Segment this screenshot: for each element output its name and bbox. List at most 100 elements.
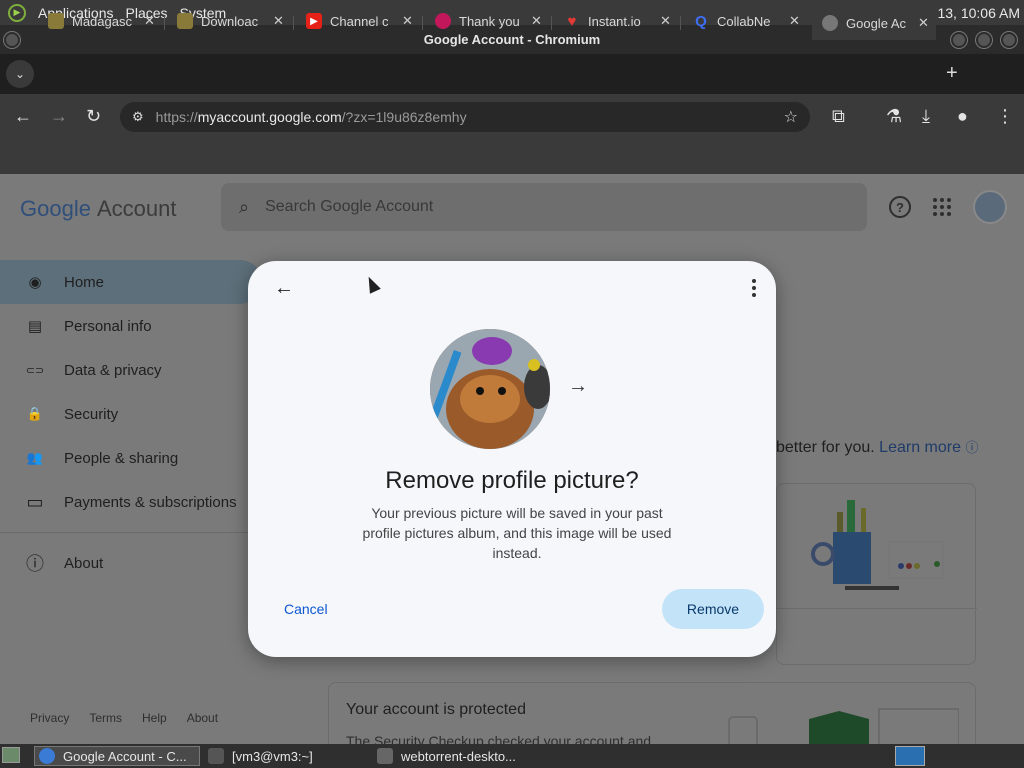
card-divider [777,608,977,609]
avatar[interactable] [973,190,1007,224]
footer-terms-link[interactable]: Terms [89,711,122,725]
tab-title: Downloac [201,13,259,29]
tab-divider [422,16,423,30]
help-circle-icon: ⓘ [965,440,979,455]
nav-label: Security [64,405,119,423]
profile-picture [430,329,550,449]
reload-icon[interactable]: ↻ [86,106,101,127]
apps-grid-icon[interactable] [933,198,951,216]
tab-divider [164,16,165,30]
tab-close-icon[interactable]: ✕ [531,13,542,29]
bookmark-bar [0,140,1024,174]
tab-divider [680,16,681,30]
intro-tagline: better for you. Learn more ⓘ [776,437,978,457]
screen: ▶ Applications Places System en Fri Dec … [0,0,1024,768]
tab-favicon-icon [177,13,193,29]
search-placeholder: Search Google Account [265,198,434,215]
tab-title: Channel c [330,13,389,29]
nav-label: People & sharing [64,449,179,467]
remove-button[interactable]: Remove [662,589,764,629]
bookmark-star-icon[interactable]: ☆ [784,107,798,127]
download-icon[interactable]: ⤓ [922,106,930,127]
nav-item-payments[interactable]: ▭ Payments & subscriptions [0,480,270,524]
distro-logo-icon[interactable]: ▶ [8,3,26,22]
globe-icon [822,15,838,31]
tab-close-icon[interactable]: ✕ [273,13,284,29]
profile-icon[interactable]: ● [957,106,968,127]
tab-instant-io[interactable]: ♥ Instant.io ✕ [564,6,671,36]
tab-close-icon[interactable]: ✕ [144,13,155,29]
nav-item-home[interactable]: ◉ Home [0,260,262,304]
more-options-icon[interactable] [752,279,756,300]
task-webtorrent[interactable]: webtorrent-deskto... [373,746,539,766]
task-google-account[interactable]: Google Account - C... [34,746,200,766]
task-terminal[interactable]: [vm3@vm3:~] [204,746,370,766]
extensions-icon[interactable]: ⧉ [832,106,845,127]
person-circle-icon: ◉ [28,274,42,291]
url-scheme: https:// [155,109,198,125]
tray-chromium-icon[interactable] [895,746,925,766]
footer-help-link[interactable]: Help [142,711,167,725]
close-window-button[interactable] [1001,32,1017,48]
nav-item-data-privacy[interactable]: ⊂⊃ Data & privacy [0,348,270,392]
nav-item-security[interactable]: 🔒 Security [0,392,270,436]
help-icon[interactable]: ? [889,196,911,218]
google-account-logo[interactable]: Google Account [20,196,176,222]
tab-google-account[interactable]: Google Ac ✕ [812,6,936,40]
youtube-icon: ▶ [306,13,322,29]
tab-close-icon[interactable]: ✕ [402,13,413,29]
labs-flask-icon[interactable]: ⚗ [886,106,902,127]
guinea-pig-picture-icon [430,329,550,449]
show-desktop-icon[interactable] [2,747,20,763]
back-arrow-icon[interactable]: ← [274,277,294,300]
browser-menu-icon[interactable]: ⋮ [996,106,1014,127]
tab-collabnet[interactable]: Q CollabNe ✕ [693,6,800,36]
tab-madagascar[interactable]: Madagasc ✕ [48,6,155,36]
forward-icon[interactable]: → [50,106,68,127]
back-icon[interactable]: ← [14,106,32,127]
lock-icon: 🔒 [26,406,44,421]
tab-channel[interactable]: ▶ Channel c ✕ [306,6,413,36]
tab-title: Thank you [459,13,520,29]
nav-label: About [64,554,104,572]
nav-label: Data & privacy [64,361,162,379]
learn-more-link[interactable]: Learn more [879,439,961,456]
address-bar[interactable]: ⚙ https:// myaccount.google.com /?zx=1l9… [120,102,810,132]
people-icon: 👥 [26,450,44,465]
footer-links: Privacy Terms Help About [30,711,218,725]
privacy-card [776,483,977,665]
minimize-button[interactable] [951,32,967,48]
tab-thank-you[interactable]: Thank you ✕ [435,6,542,36]
site-info-icon[interactable]: ⚙ [132,109,144,125]
credit-card-icon: ▭ [26,491,44,512]
footer-privacy-link[interactable]: Privacy [30,711,69,725]
nav-item-personal-info[interactable]: ▤ Personal info [0,304,270,348]
tab-close-icon[interactable]: ✕ [789,13,800,29]
cancel-button[interactable]: Cancel [284,601,328,617]
tab-download[interactable]: Downloac ✕ [177,6,284,36]
side-nav: ◉ Home ▤ Personal info ⊂⊃ Data & privacy… [0,260,270,585]
nav-label: Personal info [64,317,152,335]
remove-profile-picture-dialog: ← → Remove profile picture? Your previou… [248,261,776,657]
taskbar: Google Account - C... [vm3@vm3:~] webtor… [0,744,1024,768]
nav-item-about[interactable]: ⓘ About [0,541,270,585]
tab-close-icon[interactable]: ✕ [918,15,929,31]
new-tab-icon[interactable]: + [946,62,958,85]
search-input[interactable]: ⌕ Search Google Account [221,183,867,231]
toggle-icon: ⊂⊃ [25,364,45,377]
window-menu-button[interactable] [4,32,20,48]
search-icon: ⌕ [239,196,250,217]
tab-close-icon[interactable]: ✕ [660,13,671,29]
chromium-icon [39,748,55,764]
tab-title: Instant.io [588,13,641,29]
nav-label: Payments & subscriptions [64,493,237,511]
maximize-button[interactable] [976,32,992,48]
task-label: Google Account - C... [63,748,187,764]
heart-icon: ♥ [567,12,577,30]
footer-about-link[interactable]: About [187,711,218,725]
nav-item-people-sharing[interactable]: 👥 People & sharing [0,436,270,480]
tab-title: CollabNe [717,13,771,29]
url-path: /?zx=1l9u86z8emhy [341,109,467,125]
tab-search-dropdown-icon[interactable]: ⌄ [6,60,34,88]
nav-divider [0,532,270,533]
